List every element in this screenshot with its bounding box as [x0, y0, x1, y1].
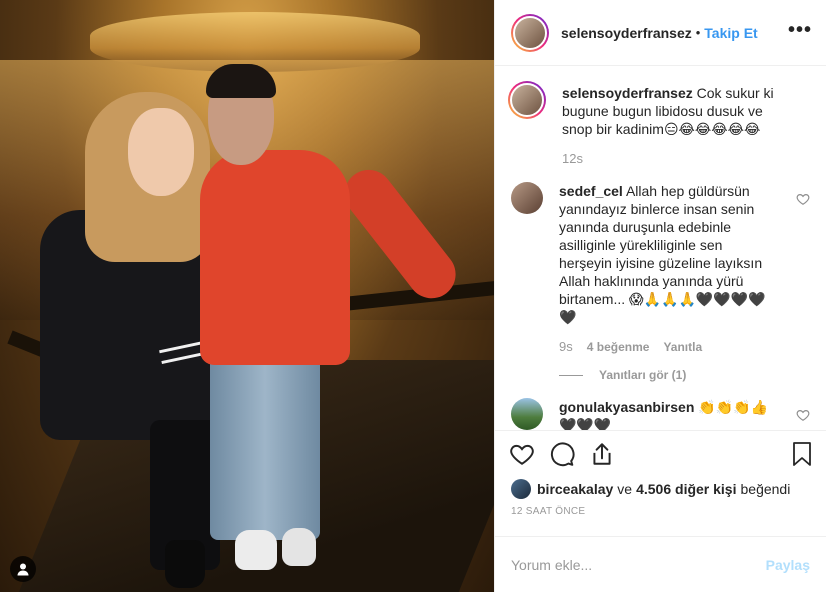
likes-suffix: beğendi [740, 481, 791, 497]
replies-divider [559, 374, 583, 376]
view-replies[interactable]: Yanıtları gör (1) [559, 368, 810, 382]
follow-button[interactable]: Takip Et [704, 25, 757, 41]
user-tag-icon[interactable] [10, 556, 36, 582]
comments-list[interactable]: selensoyderfransez Cok sukur ki bugune b… [495, 66, 826, 430]
photo-woman-face [128, 108, 194, 196]
header-username[interactable]: selensoyderfransez [561, 25, 692, 41]
likes-connector: ve [617, 481, 633, 497]
bookmark-icon[interactable] [790, 441, 814, 467]
caption-meta: 12s [562, 150, 794, 168]
view-replies-label[interactable]: Yanıtları gör (1) [599, 368, 686, 382]
liker-avatar[interactable] [511, 479, 531, 499]
more-options-icon[interactable]: ••• [788, 20, 812, 40]
action-bar [495, 430, 826, 476]
comment-avatar[interactable] [511, 398, 543, 430]
comment-avatar[interactable] [511, 182, 543, 214]
post-photo[interactable] [0, 0, 494, 592]
header-separator: • [695, 25, 701, 40]
share-icon[interactable] [589, 441, 615, 467]
avatar[interactable] [511, 13, 549, 52]
liker-username[interactable]: birceakalay [537, 481, 613, 497]
photo-man-shoe-right [282, 528, 316, 566]
photo-man-sweater [200, 150, 350, 365]
caption-avatar[interactable] [508, 81, 546, 119]
comment-username[interactable]: sedef_cel [559, 183, 623, 199]
add-comment-bar: Yorum ekle... Paylaş [495, 536, 826, 592]
post-header: selensoyderfransez • Takip Et ••• [495, 0, 826, 66]
caption-time[interactable]: 12s [562, 150, 583, 168]
reply-button[interactable]: Yanıtla [663, 338, 702, 356]
photo-man-shoe-left [235, 530, 277, 570]
photo-woman-shoe [165, 540, 205, 588]
caption-body: selensoyderfransez Cok sukur ki bugune b… [562, 84, 794, 168]
post-comment-button[interactable]: Paylaş [766, 557, 810, 573]
heart-icon[interactable] [509, 441, 535, 467]
post-side-panel: selensoyderfransez • Takip Et ••• selens… [494, 0, 826, 592]
comment-username[interactable]: gonulakyasanbirsen [559, 399, 694, 415]
photo-man-hair [206, 64, 276, 98]
caption: selensoyderfransez Cok sukur ki bugune b… [508, 81, 810, 168]
comment-body: sedef_cel Allah hep güldürsün yanındayız… [559, 182, 777, 356]
comment-icon[interactable] [549, 441, 575, 467]
comment-item: gonulakyasanbirsen 👏👏👏👍🖤🖤🖤 [511, 398, 810, 430]
comment-likes[interactable]: 4 beğenme [587, 338, 650, 356]
caption-username[interactable]: selensoyderfransez [562, 85, 693, 101]
comment-body: gonulakyasanbirsen 👏👏👏👍🖤🖤🖤 [559, 398, 777, 430]
likes-count[interactable]: 4.506 diğer kişi [636, 481, 736, 497]
comment-text: Allah hep güldürsün yanındayız binlerce … [559, 183, 766, 325]
comment-like-heart-icon[interactable] [796, 192, 810, 206]
comment-input[interactable]: Yorum ekle... [511, 557, 766, 573]
comment-item: sedef_cel Allah hep güldürsün yanındayız… [511, 182, 810, 356]
comment-like-heart-icon[interactable] [796, 408, 810, 422]
instagram-post: selensoyderfransez • Takip Et ••• selens… [0, 0, 826, 592]
likes-summary: birceakalay ve 4.506 diğer kişi beğendi [495, 476, 826, 502]
comment-time[interactable]: 9s [559, 338, 573, 356]
comment-meta: 9s 4 beğenme Yanıtla [559, 338, 777, 356]
photo-man-jeans [210, 355, 320, 540]
post-timestamp[interactable]: 12 SAAT ÖNCE [495, 502, 826, 536]
